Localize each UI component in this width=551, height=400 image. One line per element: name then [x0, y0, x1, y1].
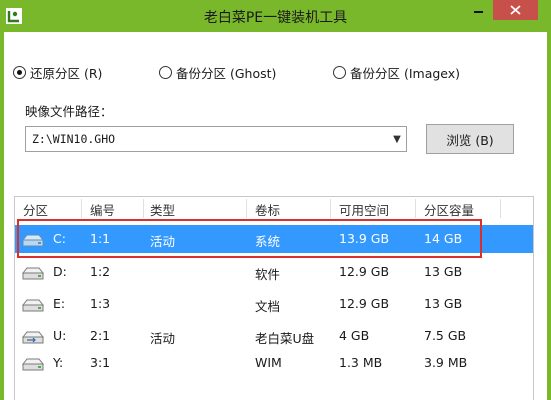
cell-drive: U: [53, 328, 67, 343]
radio-dot [159, 65, 172, 79]
radio-label: 还原分区 (R) [30, 65, 103, 81]
cell-number: 1:3 [90, 296, 111, 311]
cell-drive: Y: [53, 355, 64, 370]
radio-label: 备份分区 (Ghost) [176, 65, 277, 81]
cell-drive: D: [53, 264, 67, 279]
cell-number: 1:1 [90, 231, 111, 246]
drive-icon [21, 358, 45, 371]
column-header-partition[interactable]: 分区 [23, 200, 48, 219]
column-header-number[interactable]: 编号 [90, 200, 115, 219]
title-bar: 老白菜PE一键装机工具 [0, 0, 551, 32]
cell-label: 软件 [255, 267, 281, 282]
cell-number: 1:2 [90, 264, 111, 279]
drive-icon [21, 267, 45, 280]
column-header-capacity[interactable]: 分区容量 [424, 200, 474, 219]
radio-label: 备份分区 (Imagex) [350, 65, 461, 81]
cell-free-space: 1.3 MB [339, 355, 383, 370]
column-header-label[interactable]: 卷标 [255, 200, 280, 219]
cell-free-space: 12.9 GB [339, 296, 390, 311]
cell-type: 活动 [150, 234, 176, 249]
radio-dot [13, 65, 26, 79]
usb-drive-icon [21, 331, 45, 344]
close-button[interactable] [493, 0, 538, 20]
table-row-y[interactable]: Y: 3:1 WIM 1.3 MB 3.9 MB [15, 349, 533, 377]
cell-capacity: 7.5 GB [424, 328, 467, 343]
close-icon [510, 5, 521, 15]
column-header-free-space[interactable]: 可用空间 [339, 200, 389, 219]
minimize-button[interactable] [466, 0, 492, 20]
cell-drive: C: [53, 231, 66, 246]
column-divider [143, 199, 144, 218]
column-divider [330, 199, 331, 218]
image-path-label: 映像文件路径： [25, 104, 113, 119]
table-row-d[interactable]: D: 1:2 软件 12.9 GB 13 GB [15, 258, 533, 286]
column-divider [81, 199, 82, 218]
cell-label: WIM [255, 355, 282, 370]
table-header: 分区 编号 类型 卷标 可用空间 分区容量 [15, 197, 533, 220]
image-path-select[interactable]: Z:\WIN10.GHO ▼ [25, 126, 407, 152]
cell-label: 文档 [255, 299, 281, 314]
browse-button[interactable]: 浏览 (B) [426, 124, 514, 154]
cell-free-space: 4 GB [339, 328, 370, 343]
cell-capacity: 13 GB [424, 296, 463, 311]
backup-ghost-radio[interactable]: 备份分区 (Ghost) [159, 63, 276, 81]
cell-capacity: 13 GB [424, 264, 463, 279]
cell-free-space: 13.9 GB [339, 231, 390, 246]
column-divider [246, 199, 247, 218]
drive-icon [21, 234, 45, 247]
cell-label: 老白菜U盘 [255, 331, 315, 346]
column-divider [500, 199, 501, 218]
cell-drive: E: [53, 296, 66, 311]
drive-icon [21, 299, 45, 312]
table-row-c[interactable]: C: 1:1 活动 系统 13.9 GB 14 GB [15, 225, 533, 253]
partition-table[interactable]: 分区 编号 类型 卷标 可用空间 分区容量 C: 1:1 活动 系统 13.9 … [14, 196, 534, 400]
backup-imagex-radio[interactable]: 备份分区 (Imagex) [333, 63, 460, 81]
column-header-type[interactable]: 类型 [150, 200, 175, 219]
window-border-right [547, 32, 551, 400]
table-row-u[interactable]: U: 2:1 活动 老白菜U盘 4 GB 7.5 GB [15, 322, 533, 350]
cell-capacity: 3.9 MB [424, 355, 468, 370]
cell-label: 系统 [255, 234, 281, 249]
cell-capacity: 14 GB [424, 231, 463, 246]
cell-number: 3:1 [90, 355, 111, 370]
cell-number: 2:1 [90, 328, 111, 343]
chevron-down-icon[interactable]: ▼ [388, 127, 406, 151]
table-row-e[interactable]: E: 1:3 文档 12.9 GB 13 GB [15, 290, 533, 318]
restore-partition-radio[interactable]: 还原分区 (R) [13, 63, 102, 81]
cell-free-space: 12.9 GB [339, 264, 390, 279]
image-path-value: Z:\WIN10.GHO [32, 132, 116, 146]
radio-dot [333, 65, 346, 79]
cell-type: 活动 [150, 331, 176, 346]
column-divider [415, 199, 416, 218]
